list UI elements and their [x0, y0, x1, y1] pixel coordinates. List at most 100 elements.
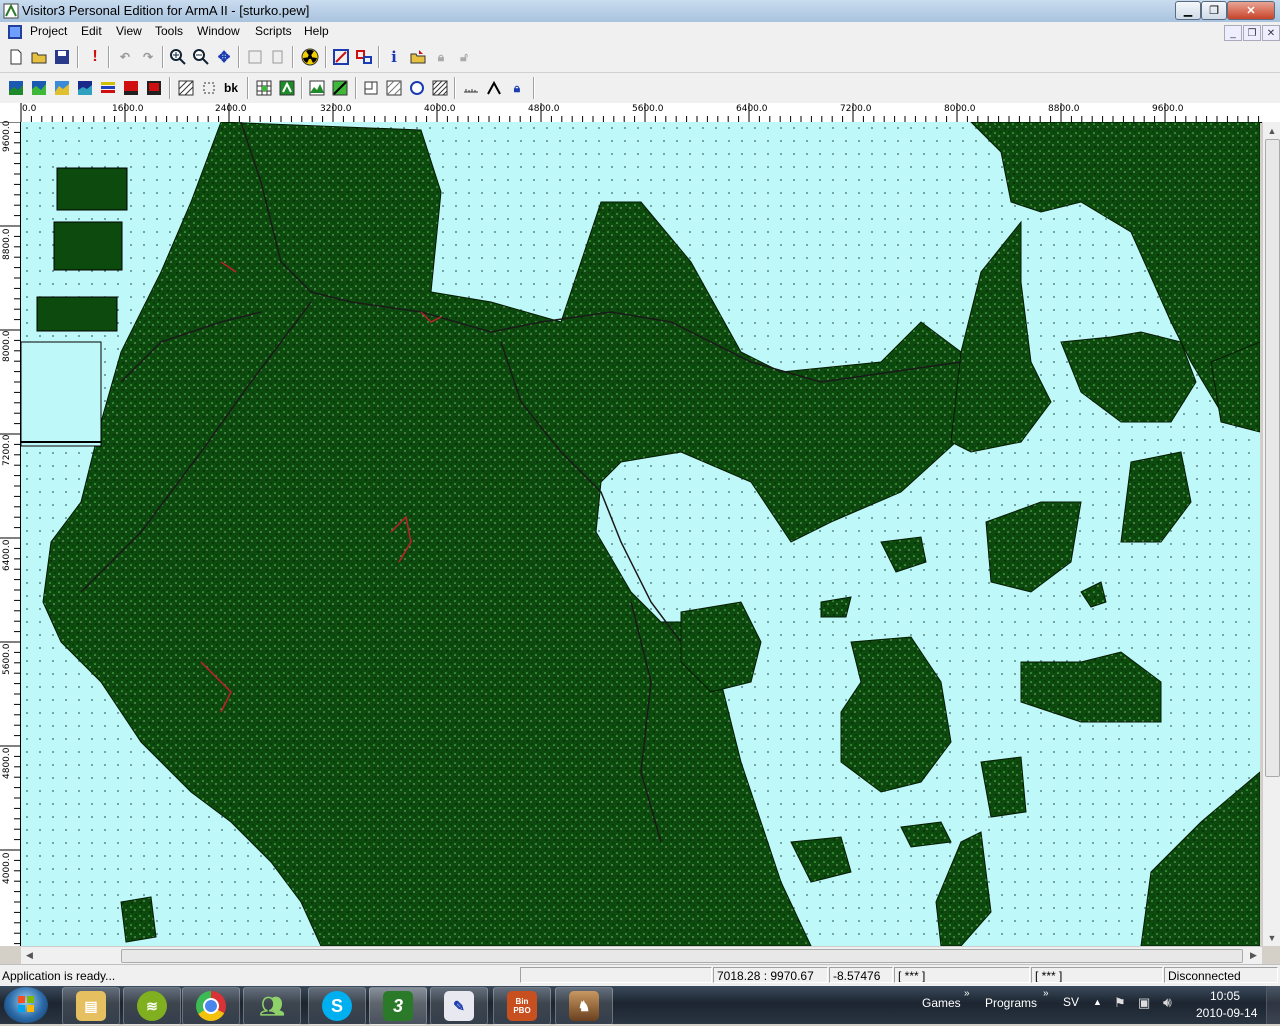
- visitor3-icon: 3: [383, 991, 413, 1021]
- info-button[interactable]: i: [384, 47, 404, 67]
- show-desktop-button[interactable]: [1266, 986, 1280, 1024]
- layer1-button[interactable]: [6, 78, 26, 98]
- taskbar-binpbo[interactable]: Bin PBO: [493, 987, 551, 1025]
- lock-button[interactable]: 🔒︎: [431, 47, 451, 67]
- dotted-rect-button[interactable]: [199, 78, 219, 98]
- horizontal-scroll-thumb[interactable]: [121, 949, 1243, 963]
- scroll-right-button[interactable]: ▶: [1245, 947, 1262, 964]
- scroll-left-button[interactable]: ◀: [21, 947, 38, 964]
- redo-button[interactable]: ↷: [138, 47, 158, 67]
- peak-button[interactable]: [484, 78, 504, 98]
- link-button[interactable]: [354, 47, 374, 67]
- chevron-icon[interactable]: »: [1043, 988, 1049, 999]
- menu-project[interactable]: Project: [30, 24, 67, 38]
- close-button[interactable]: ✕: [1227, 1, 1275, 20]
- hruler-label: 4000.0: [424, 104, 456, 114]
- taskbar-chrome[interactable]: [182, 987, 240, 1025]
- center-button[interactable]: ✥: [214, 47, 234, 67]
- volume-icon[interactable]: 🔊︎: [1163, 994, 1172, 1011]
- layer4-button[interactable]: [75, 78, 95, 98]
- measure-button[interactable]: [461, 78, 481, 98]
- chevron-icon[interactable]: »: [964, 988, 970, 999]
- vruler-label: 9600.0: [2, 120, 12, 153]
- taskbar-messenger[interactable]: 👥︎: [243, 987, 301, 1025]
- vertical-scroll-thumb[interactable]: [1265, 139, 1280, 777]
- stripes-button[interactable]: [98, 78, 118, 98]
- status-message: Application is ready...: [2, 969, 116, 983]
- taskbar-game[interactable]: ♞: [555, 987, 613, 1025]
- menu-scripts[interactable]: Scripts: [255, 24, 292, 38]
- menu-bar: Project Edit View Tools Window Scripts H…: [0, 22, 1280, 43]
- bk-button[interactable]: bk: [221, 78, 241, 98]
- start-button[interactable]: [4, 987, 48, 1023]
- lock2-button[interactable]: 🔒︎: [507, 78, 527, 98]
- language-indicator[interactable]: SV: [1063, 995, 1079, 1009]
- terrain2-button[interactable]: [330, 78, 350, 98]
- hatch3-button[interactable]: [430, 78, 450, 98]
- network-icon[interactable]: ▣: [1138, 995, 1150, 1011]
- zoom-in-button[interactable]: [168, 47, 188, 67]
- menu-window[interactable]: Window: [197, 24, 240, 38]
- taskbar-spotify[interactable]: ≋: [123, 987, 181, 1025]
- flag-icon[interactable]: ⚑: [1114, 995, 1126, 1011]
- taskbar-toolbar-games[interactable]: Games: [922, 996, 961, 1010]
- hatch-button[interactable]: [176, 78, 196, 98]
- rect-button[interactable]: [361, 78, 381, 98]
- taskbar-visitor3[interactable]: 3: [369, 987, 427, 1025]
- terrain-button[interactable]: [307, 78, 327, 98]
- hruler-label: 8000.0: [944, 104, 976, 114]
- select-button[interactable]: [331, 47, 351, 67]
- page-button[interactable]: [245, 47, 265, 67]
- warning-button[interactable]: !: [85, 47, 105, 67]
- tray-expand-icon[interactable]: ▲: [1093, 997, 1102, 1007]
- layer2-button[interactable]: [29, 78, 49, 98]
- status-bar: Application is ready... 7018.28 : 9970.6…: [0, 964, 1280, 987]
- taskbar-toolbar-programs[interactable]: Programs: [985, 996, 1037, 1010]
- unlock-button[interactable]: 🔓︎: [454, 47, 474, 67]
- mdi-minimize-button[interactable]: _: [1224, 25, 1242, 41]
- zoom-out-button[interactable]: [191, 47, 211, 67]
- circle-button[interactable]: [407, 78, 427, 98]
- red-layer-button[interactable]: [121, 78, 141, 98]
- taskbar-draw[interactable]: ✎: [430, 987, 488, 1025]
- menu-edit[interactable]: Edit: [81, 24, 102, 38]
- hatch2-button[interactable]: [384, 78, 404, 98]
- rect-icon: [364, 81, 378, 95]
- scroll-down-button[interactable]: ▼: [1263, 929, 1280, 946]
- menu-help[interactable]: Help: [304, 24, 329, 38]
- undo-button[interactable]: ↶: [115, 47, 135, 67]
- layer2-icon: [32, 81, 46, 95]
- clock-time[interactable]: 10:05: [1210, 989, 1240, 1003]
- page-edit-button[interactable]: [268, 47, 288, 67]
- radiation-button[interactable]: [300, 47, 320, 67]
- grid-button[interactable]: [254, 78, 274, 98]
- save-button[interactable]: [52, 47, 72, 67]
- import-button[interactable]: [408, 47, 428, 67]
- taskbar-explorer[interactable]: ▤: [62, 987, 120, 1025]
- taskbar-skype[interactable]: S: [308, 987, 366, 1025]
- menu-view[interactable]: View: [116, 24, 142, 38]
- grid-green-button[interactable]: [277, 78, 297, 98]
- zoom-out-icon: [193, 49, 209, 65]
- map-canvas[interactable]: [21, 122, 1260, 946]
- restore-button[interactable]: ❐: [1201, 1, 1227, 20]
- red-layer2-button[interactable]: [144, 78, 164, 98]
- new-button[interactable]: [6, 47, 26, 67]
- measure-icon: [464, 89, 478, 93]
- hatch2-icon: [386, 80, 402, 96]
- open-button[interactable]: [29, 47, 49, 67]
- cursor-coordinates: 7018.28 : 9970.67: [713, 967, 828, 983]
- draw-icon: ✎: [444, 991, 474, 1021]
- scroll-up-button[interactable]: ▲: [1263, 122, 1280, 139]
- minimize-button[interactable]: ▁: [1175, 1, 1201, 20]
- horizontal-scrollbar[interactable]: ◀ ▶: [21, 946, 1262, 964]
- clock-date[interactable]: 2010-09-14: [1196, 1006, 1257, 1020]
- vertical-scrollbar[interactable]: ▲ ▼: [1262, 122, 1280, 946]
- layer3-button[interactable]: [52, 78, 72, 98]
- document-icon[interactable]: [7, 24, 23, 40]
- menu-tools[interactable]: Tools: [155, 24, 183, 38]
- info-icon: i: [391, 48, 397, 66]
- terrain-map: [21, 122, 1260, 946]
- mdi-restore-button[interactable]: ❐: [1243, 25, 1261, 41]
- mdi-close-button[interactable]: ✕: [1262, 25, 1280, 41]
